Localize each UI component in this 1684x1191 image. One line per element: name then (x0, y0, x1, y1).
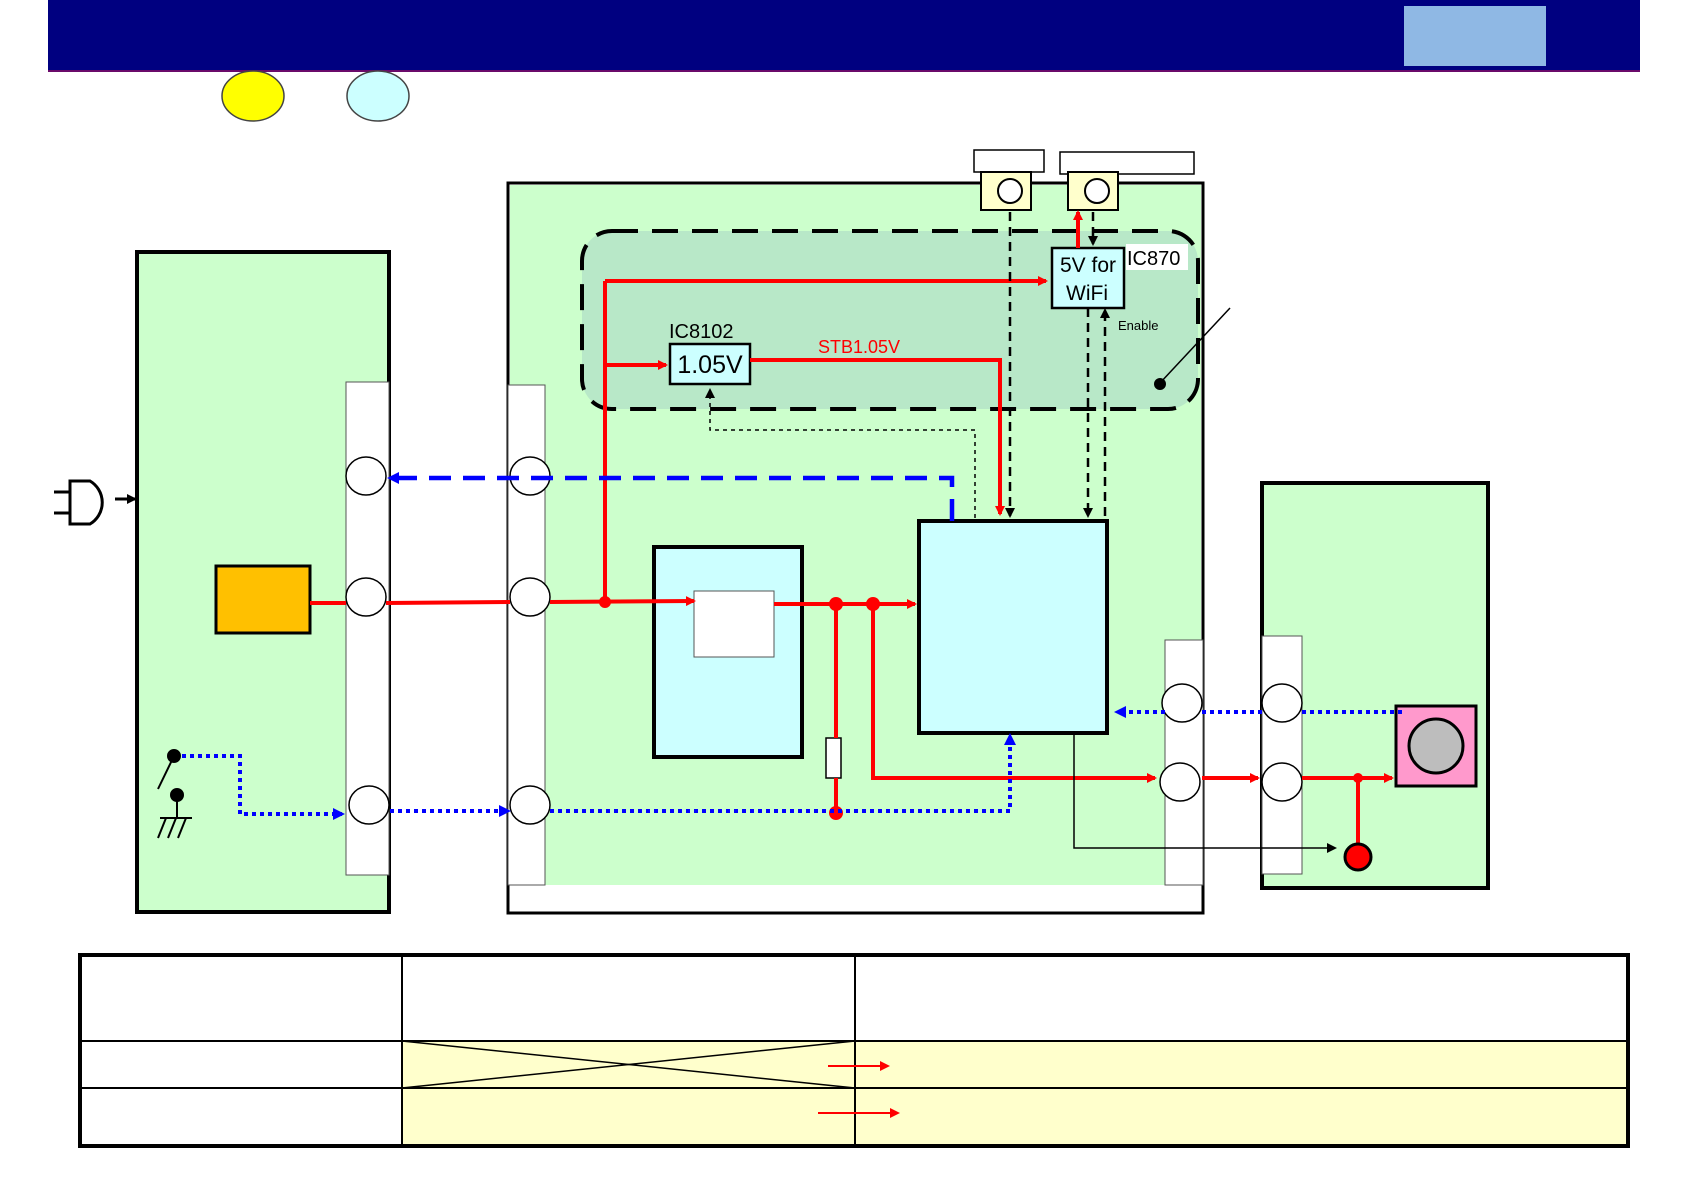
ac-plug-icon (54, 479, 137, 526)
power-ic-inner-block (693, 590, 775, 658)
ic870-line2: WiFi (1066, 282, 1108, 305)
connector-circle-icon (1159, 762, 1201, 802)
connector-circle-icon (348, 785, 390, 825)
main-soc-block (917, 519, 1109, 735)
connector-circle-icon (1261, 683, 1303, 723)
stb-rail-label: STB1.05V (818, 337, 900, 357)
enable-label: Enable (1118, 318, 1158, 333)
power-block-diagram: 5V for WiFi IC870 Enable IC8102 1.05V ST… (54, 70, 1630, 1148)
legend-cyan-circle (346, 70, 410, 122)
ic8102-ref: IC8102 (669, 321, 734, 343)
connector-circle-icon (509, 785, 551, 825)
ic870-line1: 5V for (1060, 254, 1116, 277)
top-connector-right-label (1059, 151, 1195, 175)
region-pointer-dot (1154, 378, 1166, 390)
legend-table (78, 953, 1630, 1148)
connector-circle-icon (345, 456, 387, 496)
connector-circle-icon (1161, 683, 1203, 723)
speaker-icon (1407, 717, 1465, 775)
table-row-highlight (402, 1041, 1628, 1146)
connector-circle-icon (345, 577, 387, 617)
top-connector-left-label (973, 149, 1045, 173)
legend-yellow-circle (221, 70, 285, 122)
right-connector-strip (1261, 635, 1303, 875)
top-connector-left-pin (997, 178, 1023, 204)
ic870-ref: IC870 (1127, 248, 1180, 270)
led-icon (1343, 842, 1373, 872)
resistor (825, 737, 842, 779)
connector-circle-icon (1261, 762, 1303, 802)
ic8102-value: 1.05V (677, 351, 743, 379)
power-source-block (214, 564, 312, 635)
top-connector-right-pin (1084, 178, 1110, 204)
connector-circle-icon (509, 577, 551, 617)
